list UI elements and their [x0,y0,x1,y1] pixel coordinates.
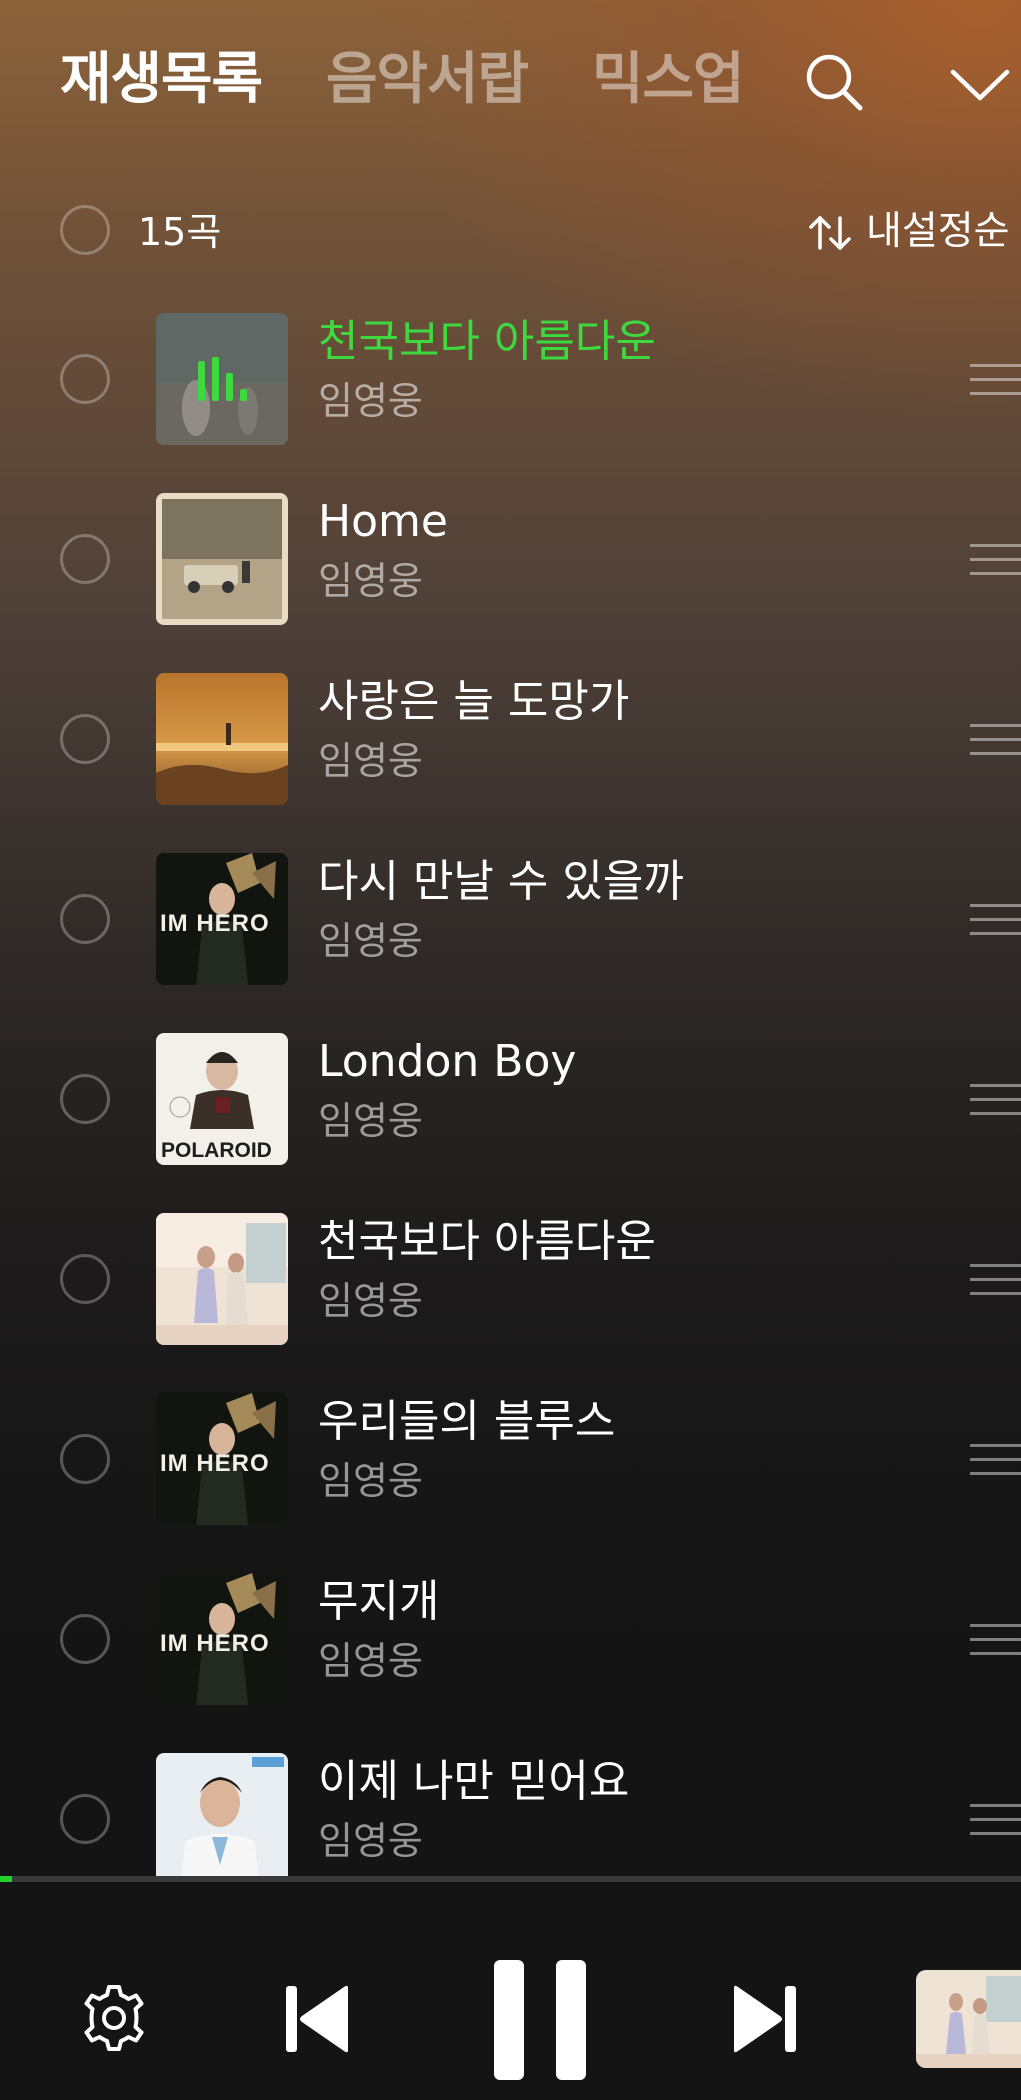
sort-label: 내설정순 [866,209,1010,254]
drag-handle-icon[interactable] [970,1440,1021,1480]
track-row[interactable]: IM HERO 우리들의 블루스 임영웅 [0,1380,1021,1560]
track-checkbox[interactable] [60,354,110,404]
select-all-checkbox[interactable] [60,205,110,255]
pause-icon[interactable] [494,1960,586,2080]
track-artist: 임영웅 [318,1639,423,1683]
album-art: POLAROID [156,1033,288,1165]
track-artist: 임영웅 [318,1819,423,1863]
track-checkbox[interactable] [60,534,110,584]
list-header: 15곡 내설정순 [0,200,1021,264]
track-title: 이제 나만 믿어요 [318,1756,630,1807]
track-row[interactable]: IM HERO 무지개 임영웅 [0,1560,1021,1740]
track-row[interactable]: IM HERO 다시 만날 수 있을까 임영웅 [0,840,1021,1020]
drag-handle-icon[interactable] [970,1260,1021,1300]
track-checkbox[interactable] [60,714,110,764]
drag-handle-icon[interactable] [970,720,1021,760]
tab-music-drawer[interactable]: 음악서랍 [326,42,529,118]
track-artist: 임영웅 [318,1099,423,1143]
chevron-down-icon[interactable] [948,58,1012,112]
track-artist: 임영웅 [318,1459,423,1503]
track-title: 무지개 [318,1576,440,1627]
track-title: 사랑은 늘 도망가 [318,676,630,727]
track-title: 다시 만날 수 있을까 [318,856,684,907]
track-checkbox[interactable] [60,1074,110,1124]
track-title: 천국보다 아름다운 [318,1216,656,1267]
drag-handle-icon[interactable] [970,1620,1021,1660]
settings-icon[interactable] [78,1982,150,2054]
album-art-text: IM HERO [160,1450,270,1477]
tab-playlist[interactable]: 재생목록 [60,42,263,118]
sort-arrows-icon [809,216,851,250]
album-art: IM HERO [156,853,288,985]
drag-handle-icon[interactable] [970,1800,1021,1840]
track-row[interactable]: 천국보다 아름다운 임영웅 [0,1200,1021,1380]
previous-icon[interactable] [284,1984,350,2054]
track-count: 15곡 [138,210,222,254]
album-art [156,493,288,625]
track-row[interactable]: 사랑은 늘 도망가 임영웅 [0,660,1021,840]
album-art [156,1753,288,1876]
track-list: 천국보다 아름다운 임영웅 Home 임영웅 사랑은 늘 도망가 임영웅 IM … [0,300,1021,1876]
player-controls [0,1882,1021,2100]
track-title: London Boy [318,1036,577,1087]
track-artist: 임영웅 [318,1279,423,1323]
track-row[interactable]: Home 임영웅 [0,480,1021,660]
now-playing-art[interactable] [916,1970,1021,2068]
album-art [156,673,288,805]
header: 재생목록 음악서랍 믹스업 [0,0,1021,170]
album-art: IM HERO [156,1573,288,1705]
track-row[interactable]: POLAROID London Boy 임영웅 [0,1020,1021,1200]
track-row[interactable]: 천국보다 아름다운 임영웅 [0,300,1021,480]
album-art-text: POLAROID [161,1139,272,1162]
track-title: Home [318,496,448,547]
album-art [156,313,288,445]
track-checkbox[interactable] [60,1254,110,1304]
tab-mixup[interactable]: 믹스업 [592,42,745,118]
album-art-text: IM HERO [160,1630,270,1657]
track-row[interactable]: 이제 나만 믿어요 임영웅 [0,1740,1021,1876]
track-title: 우리들의 블루스 [318,1396,616,1447]
track-checkbox[interactable] [60,1794,110,1844]
drag-handle-icon[interactable] [970,1080,1021,1120]
drag-handle-icon[interactable] [970,360,1021,400]
drag-handle-icon[interactable] [970,900,1021,940]
album-art: IM HERO [156,1393,288,1525]
track-title: 천국보다 아름다운 [318,316,656,367]
track-checkbox[interactable] [60,1614,110,1664]
drag-handle-icon[interactable] [970,540,1021,580]
track-checkbox[interactable] [60,1434,110,1484]
album-art [156,1213,288,1345]
track-artist: 임영웅 [318,379,423,423]
sort-button[interactable]: 내설정순 [808,206,1021,258]
track-checkbox[interactable] [60,894,110,944]
track-artist: 임영웅 [318,559,423,603]
album-art-text: IM HERO [160,910,270,937]
next-icon[interactable] [732,1984,798,2054]
search-icon[interactable] [802,50,866,114]
track-artist: 임영웅 [318,919,423,963]
track-artist: 임영웅 [318,739,423,783]
